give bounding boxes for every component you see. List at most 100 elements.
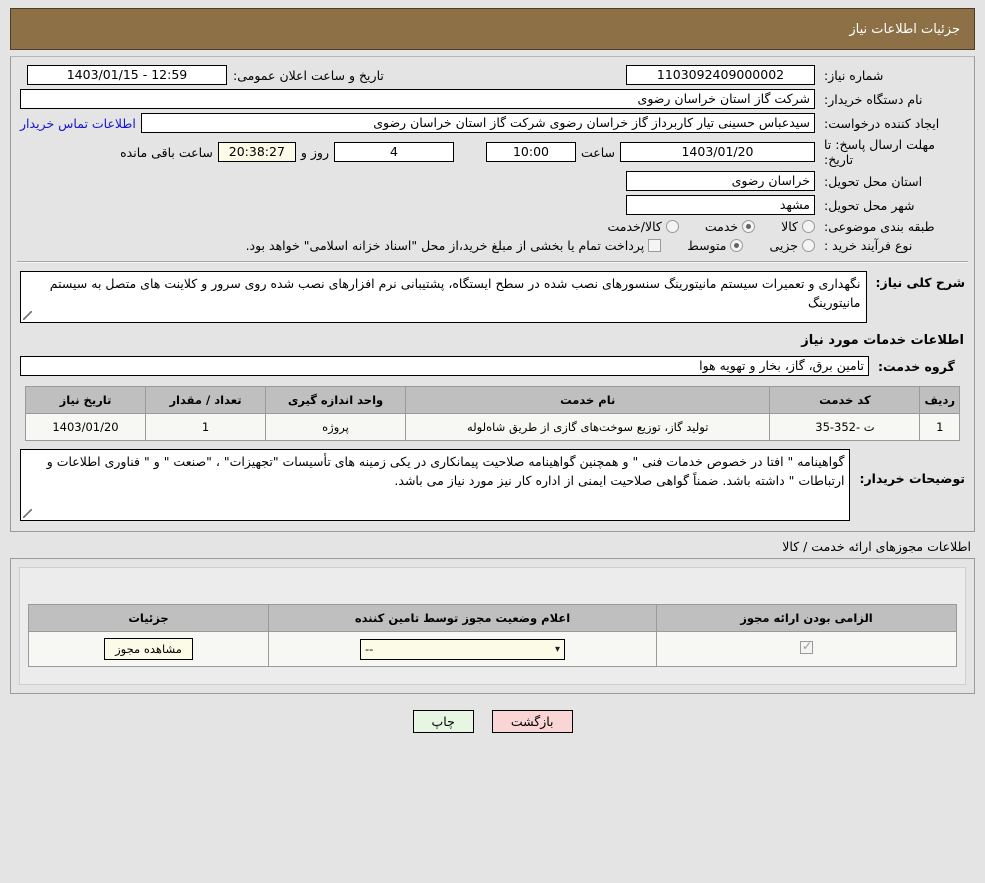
deadline-label: مهلت ارسال پاسخ: تا تاریخ: xyxy=(824,137,935,167)
back-button[interactable]: بازگشت xyxy=(491,710,573,733)
category-radio-group: کالا خدمت کالا/خدمت xyxy=(20,219,815,234)
licenses-panel: الزامی بودن ارائه مجوز اعلام وضعیت مجوز … xyxy=(10,558,975,694)
province-value: خراسان رضوی xyxy=(626,171,815,191)
remaining-time-label: ساعت باقی مانده xyxy=(120,144,213,160)
licenses-table-header-row: الزامی بودن ارائه مجوز اعلام وضعیت مجوز … xyxy=(28,604,957,632)
radio-icon[interactable] xyxy=(802,239,815,252)
buyer-org-label: نام دستگاه خریدار: xyxy=(824,91,923,107)
license-status-value: -- xyxy=(365,641,374,656)
process-radio-group: جزیی متوسط پرداخت تمام یا بخشی از مبلغ خ… xyxy=(20,238,815,253)
need-details-panel: شماره نیاز: 1103092409000002 تاریخ و ساع… xyxy=(10,56,975,532)
treasury-checkbox-item[interactable]: پرداخت تمام یا بخشی از مبلغ خرید،از محل … xyxy=(246,238,662,253)
cell-code: ت -352-35 xyxy=(769,413,921,441)
summary-row: شرح کلی نیاز: نگهداری و تعمیرات سیستم ما… xyxy=(17,269,968,325)
form-row-requester: ایجاد کننده درخواست: سیدعباس حسینی تیار … xyxy=(17,111,968,135)
page-title-bar: جزئیات اطلاعات نیاز xyxy=(10,8,975,50)
form-row-category: طبقه بندی موضوعی: کالا خدمت کالا/خدمت xyxy=(17,217,968,236)
cell-quantity: 1 xyxy=(145,413,266,441)
col-quantity: تعداد / مقدار xyxy=(145,386,266,414)
col-name: نام خدمت xyxy=(404,386,771,414)
announce-value: 12:59 - 1403/01/15 xyxy=(27,65,227,85)
licenses-panel-inner: الزامی بودن ارائه مجوز اعلام وضعیت مجوز … xyxy=(19,567,966,685)
category-option-kala[interactable]: کالا xyxy=(781,219,815,234)
process-option-label: متوسط xyxy=(687,238,727,253)
category-label: طبقه بندی موضوعی: xyxy=(824,219,935,234)
category-option-khedmat[interactable]: خدمت xyxy=(704,219,756,234)
process-option-jozei[interactable]: جزیی xyxy=(769,238,815,253)
buyer-notes-row: توضیحات خریدار: گواهینامه " افتا در خصوص… xyxy=(17,447,968,523)
announce-label: تاریخ و ساعت اعلان عمومی: xyxy=(233,67,384,83)
form-row-city: شهر محل تحویل: مشهد xyxy=(17,193,968,217)
process-option-motavaset[interactable]: متوسط xyxy=(687,238,744,253)
service-group-row: گروه خدمت: تامین برق، گاز، بخار و تهویه … xyxy=(17,354,968,378)
process-label: نوع فرآیند خرید : xyxy=(824,238,913,253)
col-row: ردیف xyxy=(919,386,960,414)
divider xyxy=(17,261,968,263)
col-unit: واحد اندازه گیری xyxy=(265,386,406,414)
col-code: کد خدمت xyxy=(769,386,921,414)
col-details: جزئیات xyxy=(28,604,269,632)
service-group-label: گروه خدمت: xyxy=(878,358,955,374)
form-row-process: نوع فرآیند خرید : جزیی متوسط پرداخت تمام… xyxy=(17,236,968,255)
need-number-value: 1103092409000002 xyxy=(626,65,815,85)
category-option-label: کالا/خدمت xyxy=(607,219,662,234)
radio-icon[interactable] xyxy=(665,220,679,233)
licenses-section-heading: اطلاعات مجوزهای ارائه خدمت / کالا xyxy=(782,539,971,554)
checkbox-icon[interactable] xyxy=(648,239,662,252)
page-title: جزئیات اطلاعات نیاز xyxy=(849,21,960,37)
license-required-checkbox xyxy=(800,639,813,654)
form-row-province: استان محل تحویل: خراسان رضوی xyxy=(17,169,968,193)
remaining-days-label: روز و xyxy=(300,144,329,160)
licenses-table: الزامی بودن ارائه مجوز اعلام وضعیت مجوز … xyxy=(28,604,957,667)
form-row-need-number: شماره نیاز: 1103092409000002 تاریخ و ساع… xyxy=(17,63,968,87)
need-info-form: شماره نیاز: 1103092409000002 تاریخ و ساع… xyxy=(17,63,968,255)
buyer-notes-textarea[interactable]: گواهینامه " افتا در خصوص خدمات فنی " و ه… xyxy=(20,449,851,521)
deadline-date: 1403/01/20 xyxy=(620,142,815,162)
province-label: استان محل تحویل: xyxy=(824,173,923,189)
view-license-button[interactable]: مشاهده مجوز xyxy=(104,638,193,660)
cell-status: ▾ -- xyxy=(268,631,657,667)
category-option-label: کالا xyxy=(781,219,798,234)
services-section-heading: اطلاعات خدمات مورد نیاز xyxy=(801,333,964,348)
radio-icon[interactable] xyxy=(730,239,744,252)
summary-label: شرح کلی نیاز: xyxy=(875,275,965,290)
table-row: 1 ت -352-35 تولید گاز، توزیع سوخت‌های گا… xyxy=(25,413,960,441)
form-row-buyer-org: نام دستگاه خریدار: شرکت گاز استان خراسان… xyxy=(17,87,968,111)
radio-icon[interactable] xyxy=(742,220,756,233)
city-value: مشهد xyxy=(626,195,815,215)
remaining-time-counter: 20:38:27 xyxy=(217,142,296,162)
chevron-down-icon: ▾ xyxy=(554,643,560,655)
cell-required xyxy=(656,631,957,667)
table-row: ▾ -- مشاهده مجوز xyxy=(28,631,957,667)
deadline-hour-label: ساعت xyxy=(580,144,615,160)
col-date: تاریخ نیاز xyxy=(25,386,146,414)
service-group-value: تامین برق، گاز، بخار و تهویه هوا xyxy=(20,356,869,376)
cell-date: 1403/01/20 xyxy=(25,413,146,441)
cell-details: مشاهده مجوز xyxy=(28,631,269,667)
license-status-select[interactable]: ▾ -- xyxy=(360,638,565,660)
summary-textarea[interactable]: نگهداری و تعمیرات سیستم مانیتورینگ سنسور… xyxy=(20,271,867,323)
buyer-contact-link[interactable]: اطلاعات تماس خریدار xyxy=(20,116,136,131)
category-option-label: خدمت xyxy=(704,219,739,234)
cell-unit: پروژه xyxy=(265,413,406,441)
buyer-notes-label: توضیحات خریدار: xyxy=(859,471,965,486)
requester-value: سیدعباس حسینی تیار کاربرداز گاز خراسان ر… xyxy=(140,113,815,133)
process-option-label: جزیی xyxy=(769,238,798,253)
form-row-deadline: مهلت ارسال پاسخ: تا تاریخ: 1403/01/20 سا… xyxy=(17,135,968,169)
col-required: الزامی بودن ارائه مجوز xyxy=(656,604,957,632)
treasury-checkbox-label: پرداخت تمام یا بخشی از مبلغ خرید،از محل … xyxy=(245,238,645,253)
footer-buttons: بازگشت چاپ xyxy=(0,710,985,733)
print-button[interactable]: چاپ xyxy=(412,710,474,733)
services-table: ردیف کد خدمت نام خدمت واحد اندازه گیری ت… xyxy=(25,386,960,441)
need-number-label: شماره نیاز: xyxy=(824,67,884,83)
services-table-header-row: ردیف کد خدمت نام خدمت واحد اندازه گیری ت… xyxy=(25,386,960,414)
cell-name: تولید گاز، توزیع سوخت‌های گازی از طریق ش… xyxy=(404,413,771,441)
remaining-days: 4 xyxy=(333,142,454,162)
deadline-hour: 10:00 xyxy=(485,142,576,162)
requester-label: ایجاد کننده درخواست: xyxy=(824,115,940,131)
buyer-org-value: شرکت گاز استان خراسان رضوی xyxy=(20,89,815,109)
city-label: شهر محل تحویل: xyxy=(824,197,915,213)
cell-row: 1 xyxy=(919,413,960,441)
category-option-kala-khedmat[interactable]: کالا/خدمت xyxy=(607,219,679,234)
radio-icon[interactable] xyxy=(802,220,815,233)
